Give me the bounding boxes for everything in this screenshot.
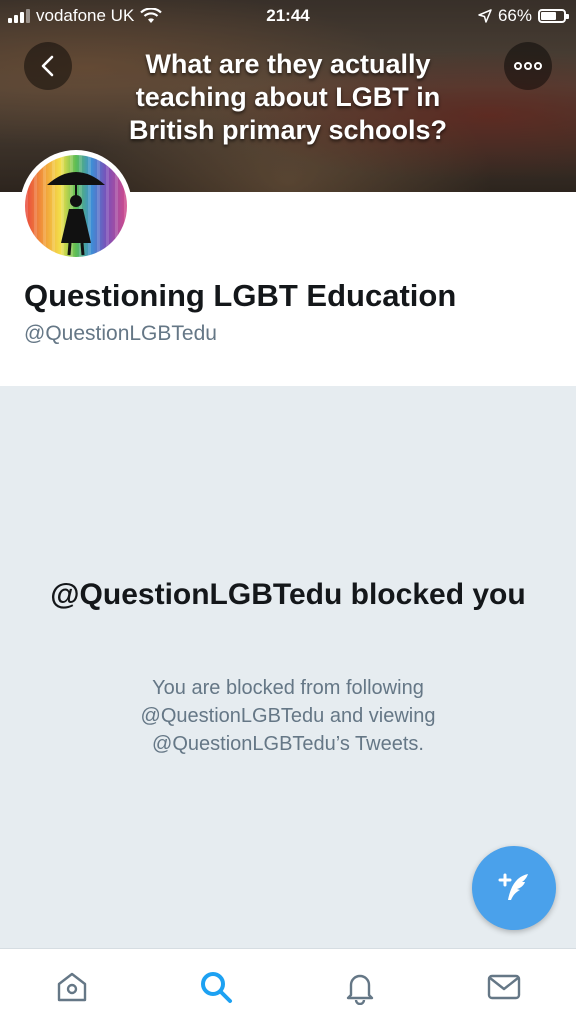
tab-messages[interactable] bbox=[474, 957, 534, 1017]
avatar-figure-icon bbox=[47, 172, 105, 256]
compose-tweet-icon bbox=[498, 873, 528, 900]
tab-home[interactable] bbox=[42, 957, 102, 1017]
tab-notifications[interactable] bbox=[330, 957, 390, 1017]
blocked-title: @QuestionLGBTedu blocked you bbox=[50, 578, 526, 611]
search-icon bbox=[201, 971, 232, 1003]
banner-headline: What are they actually teaching about LG… bbox=[128, 49, 448, 145]
more-button[interactable] bbox=[504, 42, 552, 90]
location-arrow-icon bbox=[478, 9, 492, 23]
profile-handle: @QuestionLGBTedu bbox=[24, 322, 217, 345]
tab-bar bbox=[0, 948, 576, 1024]
chevron-left-icon bbox=[41, 55, 54, 77]
compose-tweet-button[interactable] bbox=[472, 846, 556, 930]
battery-icon bbox=[538, 9, 569, 23]
avatar[interactable] bbox=[20, 150, 132, 262]
bell-icon bbox=[346, 974, 374, 1005]
home-icon bbox=[57, 972, 87, 1001]
status-bar: vodafone UK 21:44 66% bbox=[0, 0, 576, 34]
back-button[interactable] bbox=[24, 42, 72, 90]
blocked-description: You are blocked from following @Question… bbox=[140, 677, 436, 755]
battery-fill bbox=[541, 12, 556, 20]
battery-percent: 66% bbox=[497, 6, 532, 25]
more-icon bbox=[514, 62, 542, 70]
avatar-image bbox=[25, 155, 127, 257]
tab-search[interactable] bbox=[186, 957, 246, 1017]
status-right: 66% bbox=[478, 6, 569, 26]
profile-name: Questioning LGBT Education bbox=[24, 278, 457, 313]
mail-icon bbox=[487, 974, 521, 999]
